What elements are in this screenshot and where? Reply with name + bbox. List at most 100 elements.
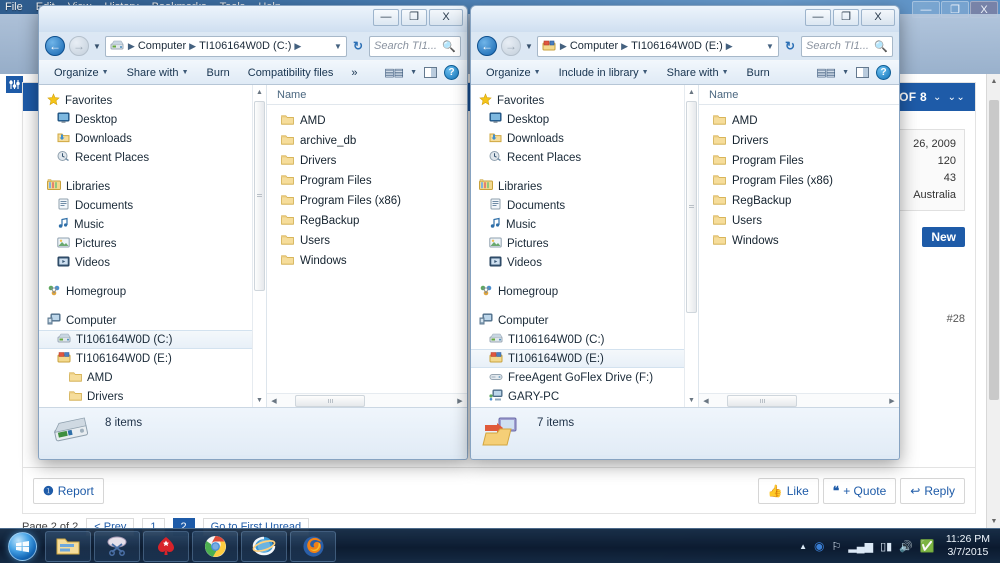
nav-item-videos[interactable]: Videos bbox=[39, 253, 266, 272]
nav-scroll-down-icon[interactable]: ▼ bbox=[685, 393, 698, 407]
nav-item-recent-places[interactable]: Recent Places bbox=[471, 148, 698, 167]
nav-item-recent-places[interactable]: Recent Places bbox=[39, 148, 266, 167]
explorer-left-close-button[interactable]: X bbox=[429, 9, 463, 26]
nav-item-music[interactable]: Music bbox=[471, 215, 698, 234]
explorer-left-minimize-button[interactable]: — bbox=[373, 9, 399, 26]
share-with-menu-button[interactable]: Share with ▼ bbox=[658, 64, 738, 82]
nav-item-amd[interactable]: AMD bbox=[39, 368, 266, 387]
explorer-right-window-controls[interactable]: — ❐ X bbox=[805, 9, 895, 26]
back-button[interactable]: ← bbox=[477, 36, 497, 56]
explorer-right-titlebar[interactable]: — ❐ X bbox=[471, 6, 899, 32]
flag-icon[interactable]: ⚐ bbox=[831, 540, 841, 553]
file-list-item[interactable]: Drivers bbox=[267, 151, 467, 171]
burn-button[interactable]: Burn bbox=[738, 64, 779, 82]
explorer-right-file-pane[interactable]: Name AMD Drivers Program Files Program File… bbox=[699, 85, 899, 407]
show-hidden-icons-button[interactable]: ▲ bbox=[799, 542, 807, 551]
chevron-down-icon[interactable]: ▼ bbox=[410, 69, 417, 76]
hscrollbar-thumb[interactable] bbox=[727, 394, 797, 407]
recent-pages-dropdown-icon[interactable]: ▼ bbox=[93, 42, 101, 51]
help-icon[interactable]: ? bbox=[444, 65, 459, 80]
compatibility-files-button[interactable]: Compatibility files bbox=[239, 64, 343, 82]
refresh-icon[interactable]: ↻ bbox=[783, 39, 797, 53]
nav-item-downloads[interactable]: Downloads bbox=[39, 129, 266, 148]
nav-item-homegroup[interactable]: Homegroup bbox=[39, 282, 266, 301]
nav-item-libraries[interactable]: Libraries bbox=[39, 177, 266, 196]
address-breadcrumb-bar[interactable]: ▶ Computer ▶ TI106164W0D (C:) ▶ ▼ bbox=[104, 35, 347, 57]
file-list-column-header[interactable]: Name bbox=[699, 85, 899, 105]
explorer-left-navigation-pane[interactable]: Favorites Desktop Downloads Recent Places Li… bbox=[39, 85, 267, 407]
change-view-icon[interactable]: ▤▤ bbox=[816, 66, 836, 79]
address-breadcrumb-bar[interactable]: ▶ Computer ▶ TI106164W0D (E:) ▶ ▼ bbox=[536, 35, 779, 57]
explorer-right-maximize-button[interactable]: ❐ bbox=[833, 9, 859, 26]
show-preview-pane-icon[interactable] bbox=[856, 67, 869, 78]
nav-item-drivers[interactable]: Drivers bbox=[39, 387, 266, 406]
nav-item-music[interactable]: Music bbox=[39, 215, 266, 234]
nav-pane-scrollbar[interactable]: ▲ ▼ bbox=[684, 85, 698, 407]
hscroll-right-icon[interactable]: ▶ bbox=[453, 397, 467, 405]
file-list-item[interactable]: AMD bbox=[267, 111, 467, 131]
nav-item-ti106164w0d-e[interactable]: TI106164W0D (E:) bbox=[39, 349, 266, 368]
address-dropdown-icon[interactable]: ▼ bbox=[766, 42, 774, 51]
column-header-name[interactable]: Name bbox=[709, 89, 738, 101]
chevron-down-icon[interactable]: ▼ bbox=[842, 69, 849, 76]
search-icon[interactable]: 🔍 bbox=[874, 40, 888, 53]
hscroll-right-icon[interactable]: ▶ bbox=[885, 397, 899, 405]
file-pane-horizontal-scrollbar[interactable]: ◀ ▶ bbox=[267, 393, 467, 407]
file-list-item[interactable]: archive_db bbox=[267, 131, 467, 151]
breadcrumb-computer[interactable]: Computer bbox=[570, 40, 618, 52]
explorer-window-e-drive[interactable]: — ❐ X ← → ▼ ▶ Computer ▶ TI106164W0D (E:… bbox=[470, 5, 900, 460]
nav-scrollbar-thumb[interactable] bbox=[254, 101, 265, 291]
breadcrumb-separator-icon[interactable]: ▶ bbox=[726, 41, 733, 52]
explorer-left-titlebar[interactable]: — ❐ X bbox=[39, 6, 467, 32]
include-in-library-menu-button[interactable]: Include in library ▼ bbox=[550, 64, 658, 82]
nav-item-ti106164w0d-c[interactable]: TI106164W0D (C:) bbox=[39, 330, 266, 349]
burn-button[interactable]: Burn bbox=[198, 64, 239, 82]
nav-pane-scrollbar[interactable]: ▲ ▼ bbox=[252, 85, 266, 407]
quote-button[interactable]: ❝ + Quote bbox=[822, 477, 897, 504]
nav-item-documents[interactable]: Documents bbox=[471, 196, 698, 215]
shield-green-icon[interactable]: ✅ bbox=[920, 539, 935, 553]
forward-button[interactable]: → bbox=[69, 36, 89, 56]
nav-scroll-up-icon[interactable]: ▲ bbox=[253, 85, 266, 99]
explorer-right-close-button[interactable]: X bbox=[861, 9, 895, 26]
file-list-item[interactable]: Program Files (x86) bbox=[699, 171, 899, 191]
post-options-icon[interactable] bbox=[6, 76, 23, 93]
nav-item-downloads[interactable]: Downloads bbox=[471, 129, 698, 148]
nav-item-freeagent-goflex-drive-f[interactable]: FreeAgent GoFlex Drive (F:) bbox=[471, 368, 698, 387]
file-list-item[interactable]: Users bbox=[267, 231, 467, 251]
help-icon[interactable]: ? bbox=[876, 65, 891, 80]
recent-pages-dropdown-icon[interactable]: ▼ bbox=[525, 42, 533, 51]
file-list-item[interactable]: Windows bbox=[267, 251, 467, 271]
nav-item-favorites[interactable]: Favorites bbox=[39, 91, 266, 110]
file-pane-horizontal-scrollbar[interactable]: ◀ ▶ bbox=[699, 393, 899, 407]
explorer-left-window-controls[interactable]: — ❐ X bbox=[373, 9, 463, 26]
hscrollbar-thumb[interactable] bbox=[295, 394, 365, 407]
taskbar[interactable]: ▲ ◉ ⚐ ▂▄▆ ▯▮ 🔊 ✅ 11:26 PM 3/7/2015 bbox=[0, 528, 1000, 563]
change-view-icon[interactable]: ▤▤ bbox=[384, 66, 404, 79]
file-list-item[interactable]: Program Files bbox=[267, 171, 467, 191]
forward-button[interactable]: → bbox=[501, 36, 521, 56]
explorer-right-minimize-button[interactable]: — bbox=[805, 9, 831, 26]
nav-item-gary-pc[interactable]: GARY-PC bbox=[471, 387, 698, 406]
refresh-icon[interactable]: ↻ bbox=[351, 39, 365, 53]
more-commands-button[interactable]: » bbox=[342, 64, 366, 82]
organize-menu-button[interactable]: Organize ▼ bbox=[45, 64, 118, 82]
nav-scrollbar-thumb[interactable] bbox=[686, 101, 697, 313]
menu-file[interactable]: File bbox=[5, 1, 23, 13]
search-input[interactable]: Search TI1... 🔍 bbox=[369, 35, 461, 57]
nav-scroll-down-icon[interactable]: ▼ bbox=[253, 393, 266, 407]
address-dropdown-icon[interactable]: ▼ bbox=[334, 42, 342, 51]
nav-item-pictures[interactable]: Pictures bbox=[471, 234, 698, 253]
internet-explorer-taskbar-button[interactable] bbox=[241, 530, 287, 562]
file-list-item[interactable]: Program Files (x86) bbox=[267, 191, 467, 211]
file-list-item[interactable]: RegBackup bbox=[699, 191, 899, 211]
organize-menu-button[interactable]: Organize ▼ bbox=[477, 64, 550, 82]
double-chevron-down-icon[interactable]: ⌄⌄ bbox=[948, 92, 965, 103]
file-list-item[interactable]: RegBackup bbox=[267, 211, 467, 231]
firefox-taskbar-button[interactable] bbox=[290, 530, 336, 562]
start-button[interactable] bbox=[2, 530, 42, 563]
show-preview-pane-icon[interactable] bbox=[424, 67, 437, 78]
explorer-right-navigation-pane[interactable]: Favorites Desktop Downloads Recent Places Li… bbox=[471, 85, 699, 407]
search-icon[interactable]: 🔍 bbox=[442, 40, 456, 53]
antivirus-icon[interactable]: ◉ bbox=[814, 539, 824, 553]
